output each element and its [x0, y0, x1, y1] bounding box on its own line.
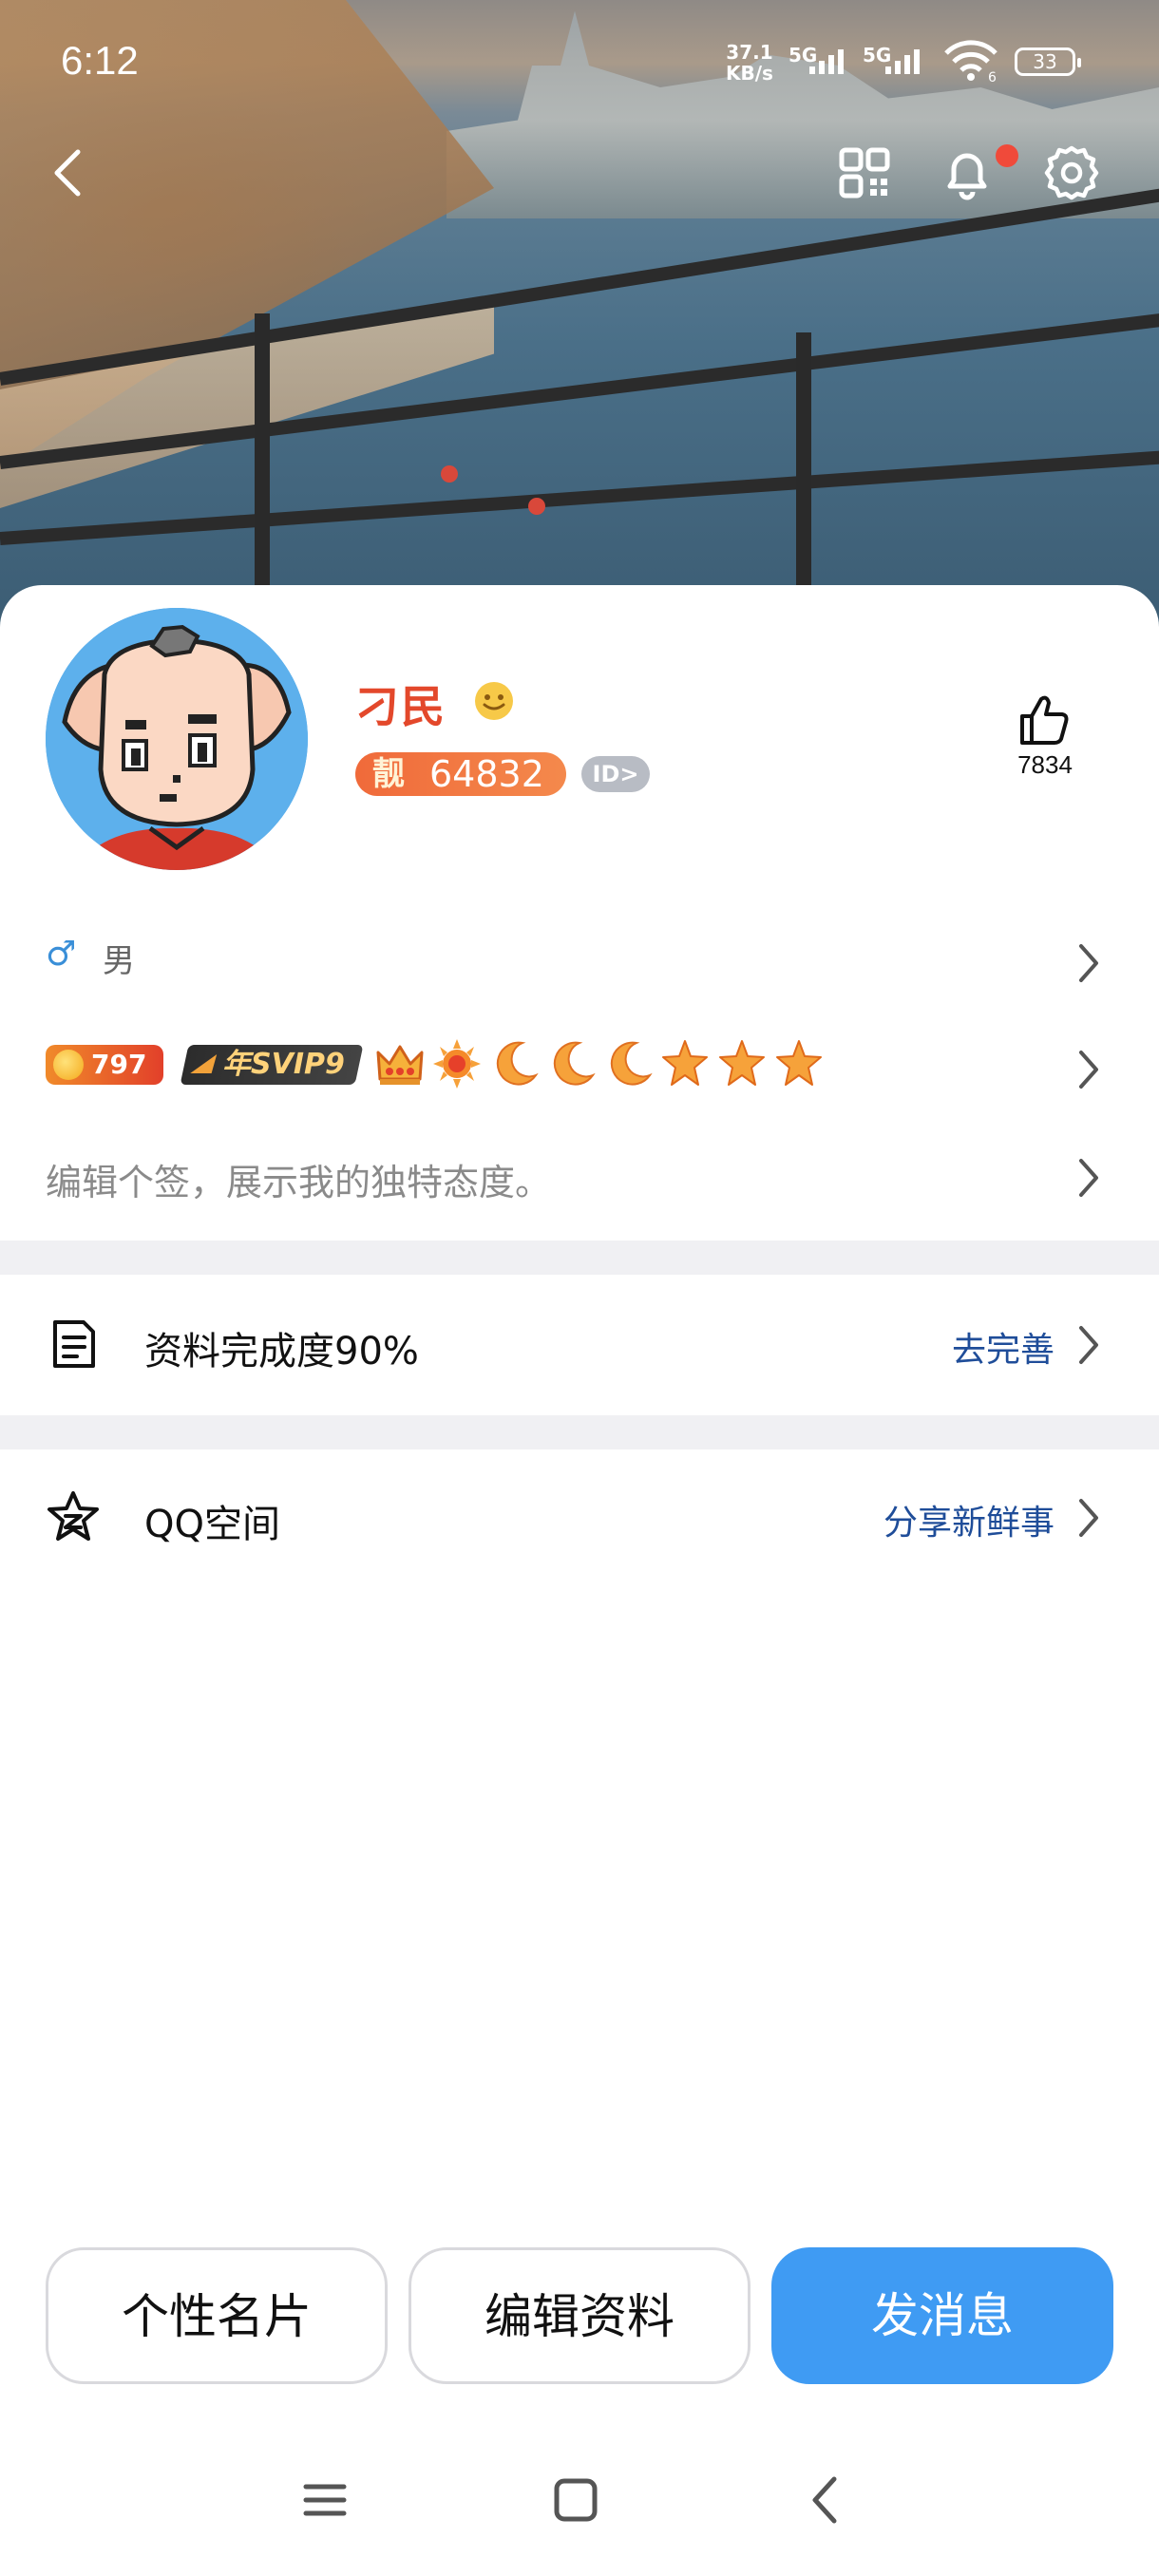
star-icon — [719, 1040, 765, 1086]
wifi-icon: 6 — [944, 40, 998, 84]
gender-label: 男 — [103, 942, 135, 980]
complete-profile-link[interactable]: 去完善 — [855, 1322, 1054, 1372]
qzone-star-icon — [48, 1491, 99, 1541]
battery-indicator: 33 — [1015, 47, 1081, 76]
male-symbol-icon: ♂ — [46, 935, 77, 974]
menu-icon[interactable] — [294, 2470, 355, 2530]
svip-badge: 年SVIP9 — [180, 1045, 364, 1085]
sun-icon — [433, 1039, 481, 1089]
qzone-label: QQ空间 — [144, 1503, 280, 1546]
cover-railing-post — [796, 332, 811, 589]
network-speed-unit: KB/s — [726, 62, 773, 85]
chevron-right-icon — [1079, 1051, 1098, 1089]
edit-profile-button[interactable]: 编辑资料 — [408, 2247, 750, 2384]
star-icon — [776, 1040, 822, 1086]
profile-completeness-row[interactable]: 资料完成度90% 去完善 — [0, 1275, 1159, 1415]
share-news-link[interactable]: 分享新鲜事 — [817, 1495, 1054, 1544]
avatar[interactable] — [46, 608, 308, 870]
home-icon[interactable] — [545, 2470, 606, 2530]
send-message-button[interactable]: 发消息 — [771, 2247, 1113, 2384]
chevron-right-icon — [1079, 1159, 1098, 1197]
gender-row[interactable] — [0, 912, 1159, 1007]
thumbs-up-icon[interactable] — [1013, 690, 1074, 750]
level-icons — [374, 1037, 825, 1090]
qq-number-prefix: 靓 — [372, 755, 405, 793]
status-bar: 6:12 37.1 KB/s 5G 5G 6 33 — [0, 0, 1159, 123]
network-speed-value: 37.1 — [726, 41, 773, 64]
chevron-right-icon — [1079, 944, 1098, 982]
svg-text:6: 6 — [988, 70, 997, 84]
bell-icon[interactable] — [937, 142, 998, 203]
signal-bars-icon — [885, 49, 920, 74]
qzone-row[interactable]: QQ空间 分享新鲜事 — [0, 1449, 1159, 1590]
back-icon[interactable] — [796, 2470, 857, 2530]
signature-placeholder[interactable]: 编辑个签，展示我的独特态度。 — [46, 1153, 551, 1205]
svip-wing-icon — [190, 1054, 217, 1073]
network-speed: 37.1 KB/s — [726, 42, 773, 84]
cover-railing-post — [255, 313, 270, 589]
id-chip[interactable]: ID> — [581, 756, 650, 792]
cover-buoy — [528, 498, 545, 515]
moon-icon — [553, 1041, 596, 1086]
pixel-avatar-image — [46, 608, 308, 870]
crown-icon — [376, 1045, 424, 1085]
section-divider — [0, 1241, 1159, 1275]
like-count: 7834 — [1017, 750, 1073, 779]
document-icon — [53, 1320, 95, 1368]
svip-label: 年SVIP9 — [222, 1048, 345, 1081]
status-time: 6:12 — [61, 38, 139, 83]
moon-icon — [610, 1041, 653, 1086]
nickname[interactable]: 刁民 — [355, 672, 446, 735]
section-divider — [0, 1415, 1159, 1449]
smile-emoji-icon[interactable] — [473, 680, 515, 722]
star-icon — [662, 1040, 708, 1086]
chevron-right-icon — [1079, 1499, 1098, 1537]
chevron-right-icon — [1079, 1326, 1098, 1364]
qq-level-badge: 797 — [46, 1045, 163, 1085]
cover-buoy — [441, 465, 458, 483]
cover-railing — [0, 449, 1159, 545]
notification-dot — [996, 144, 1018, 167]
profile-card-button[interactable]: 个性名片 — [46, 2247, 388, 2384]
chevron-left-icon[interactable] — [40, 142, 101, 203]
gear-icon[interactable] — [1041, 142, 1102, 203]
profile-completeness-label: 资料完成度90% — [144, 1330, 419, 1373]
signal-bars-icon — [809, 49, 844, 74]
qq-number: 64832 — [429, 753, 544, 795]
moon-icon — [496, 1041, 539, 1086]
qq-number-badge[interactable]: 靓 64832 — [355, 752, 566, 796]
qr-code-icon[interactable] — [834, 142, 895, 203]
